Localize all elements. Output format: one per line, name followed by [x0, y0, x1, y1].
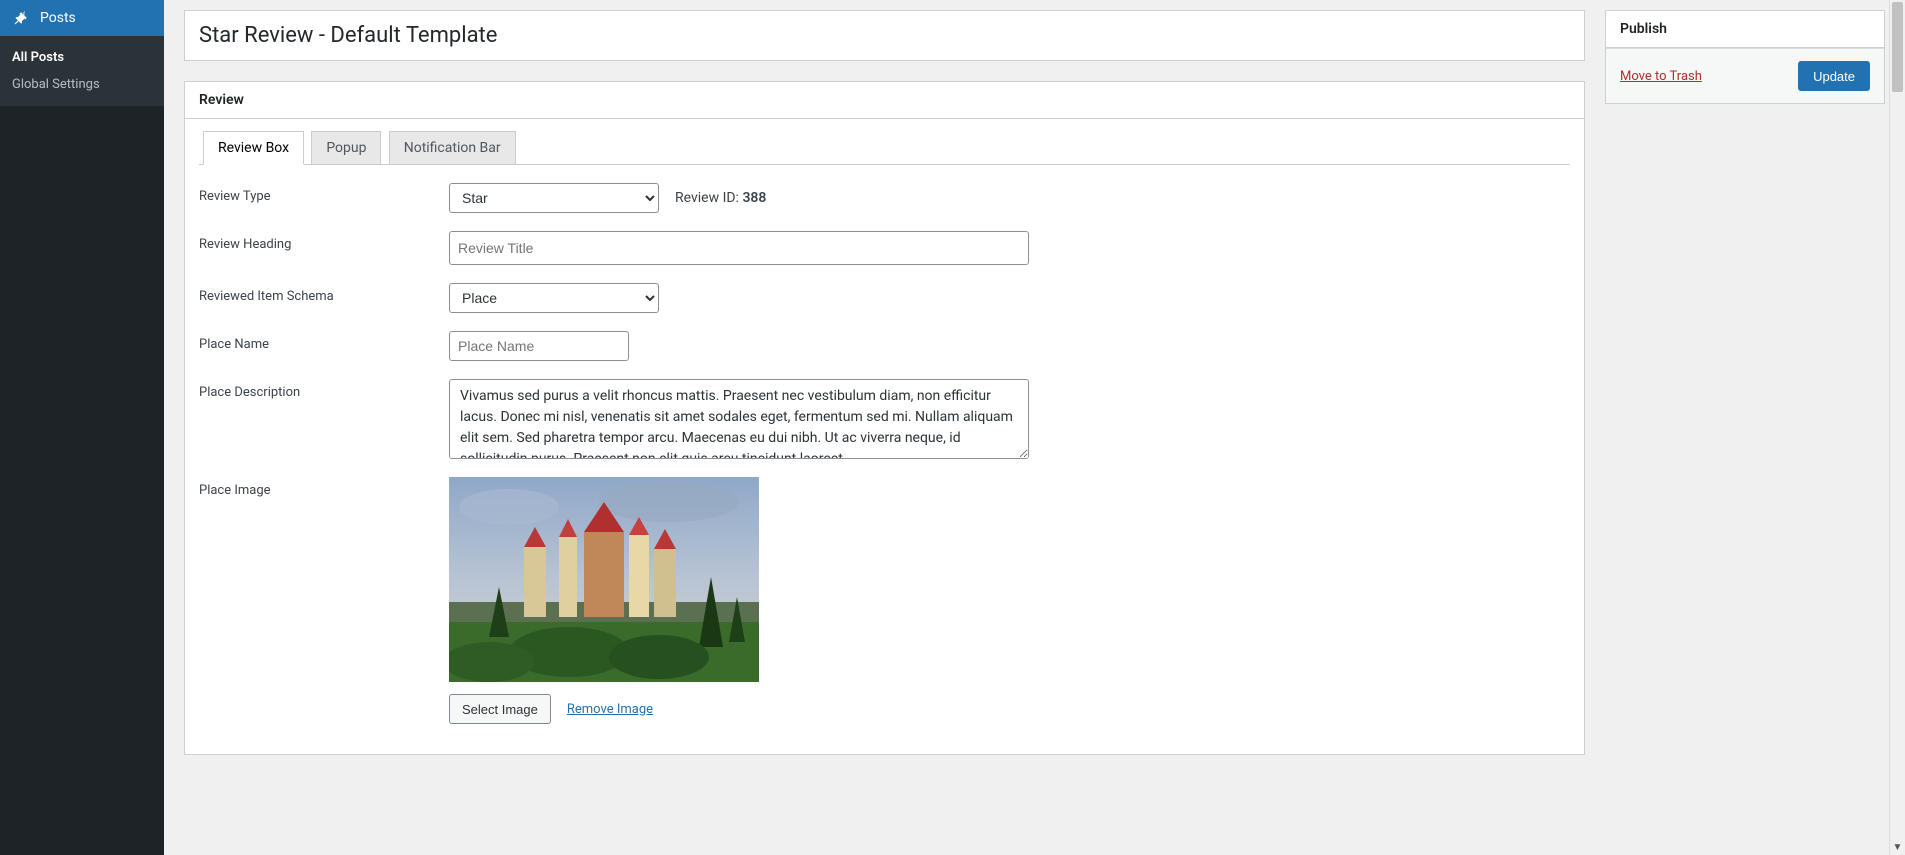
- place-image-label: Place Image: [199, 477, 449, 498]
- review-id-display: Review ID: 388: [675, 190, 766, 206]
- tab-popup[interactable]: Popup: [311, 131, 381, 164]
- review-postbox-header: Review: [185, 82, 1584, 119]
- schema-select[interactable]: Place: [449, 283, 659, 313]
- window-scrollbar[interactable]: ▼: [1889, 0, 1905, 855]
- review-tabs: Review Box Popup Notification Bar: [199, 131, 1570, 165]
- remove-image-link[interactable]: Remove Image: [567, 702, 653, 717]
- select-image-button[interactable]: Select Image: [449, 694, 551, 724]
- scroll-down-arrow[interactable]: ▼: [1890, 842, 1905, 853]
- review-postbox: Review Review Box Popup Notification Bar…: [184, 81, 1585, 755]
- review-heading-label: Review Heading: [199, 231, 449, 252]
- place-name-input[interactable]: [449, 331, 629, 361]
- place-image-preview: [449, 477, 759, 682]
- publish-header: Publish: [1606, 11, 1884, 48]
- menu-item-posts[interactable]: Posts: [0, 0, 164, 36]
- place-desc-textarea[interactable]: [449, 379, 1029, 459]
- submenu-posts: All Posts Global Settings: [0, 36, 164, 106]
- place-desc-label: Place Description: [199, 379, 449, 400]
- schema-label: Reviewed Item Schema: [199, 283, 449, 304]
- tab-notification-bar[interactable]: Notification Bar: [389, 131, 516, 164]
- update-button[interactable]: Update: [1798, 61, 1870, 91]
- move-to-trash-link[interactable]: Move to Trash: [1620, 69, 1702, 84]
- review-header-text: Review: [199, 92, 1570, 108]
- submenu-item-all-posts[interactable]: All Posts: [0, 44, 164, 71]
- scrollbar-thumb[interactable]: [1892, 2, 1903, 92]
- menu-item-label: Posts: [40, 10, 76, 26]
- tab-review-box[interactable]: Review Box: [203, 131, 304, 165]
- review-type-label: Review Type: [199, 183, 449, 204]
- publish-header-text: Publish: [1620, 21, 1870, 37]
- submenu-item-global-settings[interactable]: Global Settings: [0, 71, 164, 98]
- admin-sidebar: Posts All Posts Global Settings: [0, 0, 164, 855]
- review-heading-input[interactable]: [449, 231, 1029, 265]
- pushpin-icon: [12, 8, 32, 28]
- place-name-label: Place Name: [199, 331, 449, 352]
- page-title: Star Review - Default Template: [184, 10, 1585, 61]
- publish-postbox: Publish Move to Trash Update: [1605, 10, 1885, 104]
- review-type-select[interactable]: Star: [449, 183, 659, 213]
